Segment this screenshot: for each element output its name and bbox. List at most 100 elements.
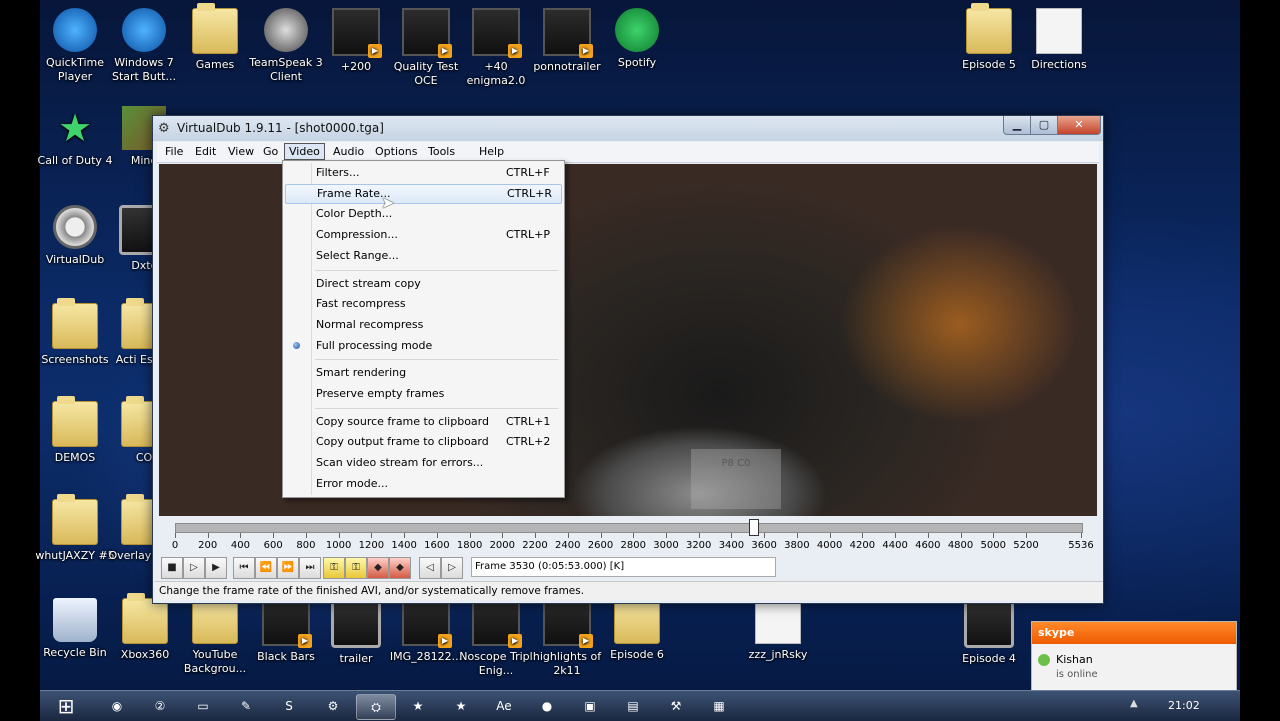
play-input-icon[interactable]: ▷ [183,557,205,579]
tray-arrow-icon[interactable]: ▲ [1130,698,1138,709]
ae-icon[interactable]: Ae [485,694,523,718]
title-bar[interactable]: ⚙ VirtualDub 1.9.11 - [shot0000.tga] ▁ ▢… [153,116,1103,141]
desktop-icon-label: QuickTime Player [45,56,105,83]
window-icon[interactable]: ▭ [184,694,222,718]
desktop-icon[interactable]: Spotify [597,8,677,70]
desktop-icon[interactable]: Black Bars [246,598,326,664]
desktop-icon[interactable]: DEMOS [35,396,115,465]
menu-audio[interactable]: Audio [329,144,368,159]
cod4-icon[interactable]: ★ [442,694,480,718]
desktop-icon[interactable]: +200 [316,8,396,74]
timeline-track[interactable] [175,523,1083,533]
virtualdub-icon[interactable]: ⛭ [356,694,396,720]
desktop-icon[interactable]: Xbox360 [105,593,185,662]
step-forward-icon[interactable]: ⏩ [277,557,299,579]
close-button[interactable]: ✕ [1057,116,1101,135]
start-button[interactable]: ⊞ [46,692,86,720]
folder-icon[interactable]: ▦ [700,694,738,718]
desktop-icon[interactable]: Episode 5 [949,3,1029,72]
video-menu-item[interactable]: Direct stream copy [285,274,560,294]
timeline-tick [436,533,438,538]
desktop-icon[interactable]: Screenshots [35,298,115,367]
record-icon[interactable]: ● [528,694,566,718]
video-menu-item[interactable]: Error mode... [285,474,560,494]
timeline-tick-label: 2000 [489,540,516,551]
timeline-tick [829,533,831,538]
desktop-icon[interactable]: +40 enigma2.0 [456,8,536,88]
video-menu-item[interactable]: Select Range... [285,246,560,266]
menu-help[interactable]: Help [475,144,508,159]
video-menu-item[interactable]: Normal recompress [285,315,560,335]
skype-notification[interactable]: skype Kishan is online [1031,621,1237,691]
video-menu-item[interactable]: Fast recompress [285,294,560,314]
go-end-icon[interactable]: ⏭ [299,557,321,579]
desktop-icon[interactable]: Episode 6 [597,593,677,662]
desktop-icon[interactable]: zzz_jnRsky [738,598,818,662]
desktop-icon[interactable]: IMG_28122... [386,598,466,664]
menu-go[interactable]: Go [259,144,282,159]
desktop-icon[interactable]: ★ Call of Duty 4 [35,106,115,168]
cod4-icon[interactable]: ★ [399,694,437,718]
menu-view[interactable]: View [224,144,258,159]
timeline-tick [1026,533,1027,538]
desktop-icon[interactable]: highlights of 2k11 [527,598,607,678]
timeline[interactable]: 0 200 400 600 800 1000 1200 1400 1600 1800 2000 220… [161,518,1095,558]
tool-icon[interactable]: ⚒ [657,694,695,718]
skype-icon[interactable]: S [270,694,308,718]
desktop-icon[interactable]: Games [175,3,255,72]
desktop-icon[interactable]: QuickTime Player [35,8,115,84]
go-start-icon[interactable]: ⏮ [233,557,255,579]
minimize-button[interactable]: ▁ [1003,116,1031,135]
desktop-icon[interactable]: VirtualDub [35,205,115,267]
video-menu-item[interactable]: Compression... CTRL+P [285,225,560,245]
scene-back-icon[interactable]: ◆ [367,557,389,579]
maximize-button[interactable]: ▢ [1030,116,1058,135]
desktop-icon-label: VirtualDub [45,253,105,266]
desktop-icon[interactable]: trailer [316,598,396,666]
desktop-icon[interactable]: Directions [1019,8,1099,72]
video-menu-item[interactable]: Copy output frame to clipboard CTRL+2 [285,432,560,452]
mark-out-icon[interactable]: ▷ [441,557,463,579]
steam-icon[interactable]: ⚙ [314,694,352,718]
desktop-icon[interactable]: Recycle Bin [35,598,115,660]
video-menu-item[interactable]: Frame Rate... CTRL+R [285,183,562,204]
desktop-icon[interactable]: YouTube Backgrou... [175,593,255,676]
desktop-icon[interactable]: Episode 4 [949,598,1029,666]
video-menu-item[interactable]: Full processing mode [285,336,560,356]
menu-item-label: Smart rendering [316,366,407,380]
display-icon[interactable]: ▣ [571,694,609,718]
video-menu-item[interactable]: Smart rendering [285,363,560,383]
video-menu-item[interactable]: Copy source frame to clipboard CTRL+1 [285,412,560,432]
menu-video[interactable]: Video [284,143,325,160]
play-output-icon[interactable]: ▶ [205,557,227,579]
video-menu-item[interactable]: Color Depth... [285,204,560,224]
desktop-icon[interactable]: ponnotrailer [527,8,607,74]
video-menu-item[interactable]: Scan video stream for errors... [285,453,560,473]
notepad-icon[interactable]: ▤ [614,694,652,718]
pen-icon[interactable]: ✎ [227,694,265,718]
clock[interactable]: 21:02 [1168,699,1200,712]
desktop-icon-label: Xbox360 [120,648,170,661]
media-icon[interactable]: ② [141,694,179,718]
prev-key-icon[interactable]: ⚿ [323,557,345,579]
menu-tools[interactable]: Tools [424,144,459,159]
desktop-icon[interactable]: Windows 7 Start Butt... [104,8,184,84]
desktop-icon[interactable]: Quality Test OCE [386,8,466,88]
video-menu-item[interactable]: Filters... CTRL+F [285,163,560,183]
video-plate-text: P8 C0 [691,449,781,509]
gear-icon [53,205,97,249]
video-menu-item[interactable]: Preserve empty frames [285,384,560,404]
mark-in-icon[interactable]: ◁ [419,557,441,579]
menu-edit[interactable]: Edit [191,144,220,159]
menu-options[interactable]: Options [371,144,421,159]
next-key-icon[interactable]: ⚿ [345,557,367,579]
chrome-icon[interactable]: ◉ [98,694,136,718]
desktop-icon[interactable]: Noscope Tripl Enig... [456,598,536,678]
desktop-icon[interactable]: whutJAXZY #5 [35,494,115,563]
desktop-icon[interactable]: TeamSpeak 3 Client [246,8,326,84]
timeline-thumb[interactable] [748,519,759,536]
scene-forward-icon[interactable]: ◆ [389,557,411,579]
menu-file[interactable]: File [161,144,187,159]
step-back-icon[interactable]: ⏪ [255,557,277,579]
stop-icon[interactable]: ■ [161,557,183,579]
